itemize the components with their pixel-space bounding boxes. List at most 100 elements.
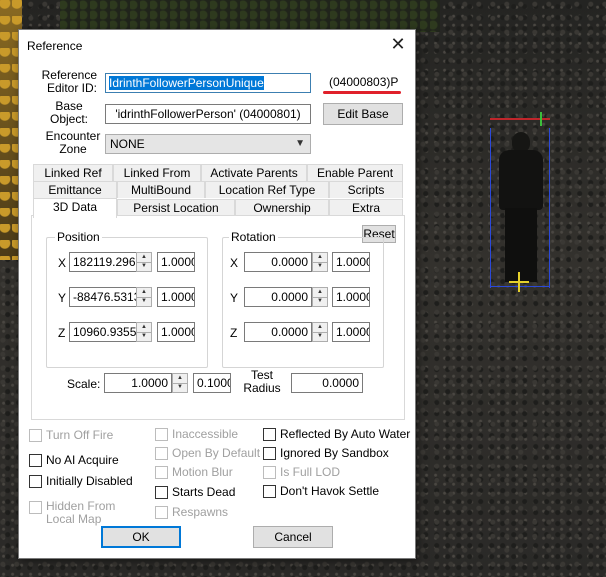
initially-disabled-checkbox[interactable]: Initially Disabled [29,474,149,489]
npc-torso [499,150,543,210]
tab-activate-parents[interactable]: Activate Parents [201,164,307,181]
hidden-from-local-map-checkbox[interactable]: Hidden From Local Map [29,500,149,529]
rotation-x-label: X [230,256,239,270]
scale-step-input[interactable]: 0.1000 [193,373,231,393]
checkbox-box[interactable] [155,447,168,460]
rotation-x-input[interactable]: 0.0000 [244,252,312,272]
motion-blur-checkbox[interactable]: Motion Blur [155,465,265,480]
title-bar[interactable]: Reference ✕ [19,30,415,60]
tab-extra[interactable]: Extra [329,199,403,216]
reference-editor-id-input[interactable]: IdrinthFollowerPersonUnique [105,73,311,93]
dialog-title: Reference [27,39,83,53]
position-y-input[interactable]: -88476.5313 [69,287,137,307]
rotation-y-scale-input[interactable]: 1.0000 [332,287,370,307]
reference-dialog: Reference ✕ Reference Editor ID: Idrinth… [18,29,416,559]
tab-multibound[interactable]: MultiBound [117,181,205,198]
form-id-text: (04000803)P [329,75,399,89]
scale-value: 1.0000 [131,376,168,390]
scale-spinner[interactable]: ▲ ▼ [172,373,188,393]
ignored-by-sandbox-checkbox[interactable]: Ignored By Sandbox [263,446,409,461]
rotation-z-spinner[interactable]: ▲ ▼ [312,322,328,342]
checkbox-box[interactable] [29,454,42,467]
spin-down-icon[interactable]: ▼ [313,262,327,271]
base-object-label: Base Object: [49,99,88,126]
inaccessible-label: Inaccessible [172,427,239,441]
checkbox-box[interactable] [155,486,168,499]
rotation-x-scale-input[interactable]: 1.0000 [332,252,370,272]
position-z-spinner[interactable]: ▲ ▼ [136,322,152,342]
spin-down-icon[interactable]: ▼ [173,383,187,392]
starts-dead-checkbox[interactable]: Starts Dead [155,485,265,500]
position-group-title: Position [55,230,102,244]
selection-bounds-left [490,128,491,288]
encounter-zone-select[interactable]: NONE ▼ [105,134,311,154]
position-x-scale-input[interactable]: 1.0000 [157,252,195,272]
close-icon[interactable]: ✕ [387,34,409,56]
respawns-checkbox[interactable]: Respawns [155,505,265,520]
checkbox-box[interactable] [155,466,168,479]
rotation-z-input[interactable]: 0.0000 [244,322,312,342]
spin-down-icon[interactable]: ▼ [313,332,327,341]
test-radius-input[interactable]: 0.0000 [291,373,363,393]
inaccessible-checkbox[interactable]: Inaccessible [155,427,265,442]
tab-location-ref-type[interactable]: Location Ref Type [205,181,329,198]
position-z-value: 10960.9355 [73,325,137,339]
selected-npc[interactable] [493,128,549,286]
tab-enable-parent[interactable]: Enable Parent [307,164,403,181]
dont-havok-settle-checkbox[interactable]: Don't Havok Settle [263,484,409,499]
position-y-scale-input[interactable]: 1.0000 [157,287,195,307]
scale-input[interactable]: 1.0000 [104,373,172,393]
checkbox-box[interactable] [263,485,276,498]
no-ai-acquire-checkbox[interactable]: No AI Acquire [29,453,149,468]
tab-emittance[interactable]: Emittance [33,181,117,198]
checkbox-box[interactable] [29,501,42,514]
respawns-label: Respawns [172,505,229,519]
turn-off-fire-label: Turn Off Fire [46,428,114,442]
checkbox-box[interactable] [155,428,168,441]
position-z-input[interactable]: 10960.9355 [69,322,137,342]
tab-linked-from[interactable]: Linked From [113,164,201,181]
base-object-field[interactable]: 'idrinthFollowerPerson' (04000801) [105,104,311,124]
is-full-lod-checkbox[interactable]: Is Full LOD [263,465,409,480]
checkbox-box[interactable] [263,466,276,479]
spin-down-icon[interactable]: ▼ [137,332,151,341]
ok-button[interactable]: OK [101,526,181,548]
starts-dead-label: Starts Dead [172,485,236,499]
spin-down-icon[interactable]: ▼ [137,262,151,271]
checkbox-box[interactable] [155,506,168,519]
tab-ownership[interactable]: Ownership [235,199,329,216]
position-x-spinner[interactable]: ▲ ▼ [136,252,152,272]
edit-base-button[interactable]: Edit Base [323,103,403,125]
rotation-z-scale-value: 1.0000 [336,325,370,339]
reflected-by-auto-water-checkbox[interactable]: Reflected By Auto Water [263,427,411,442]
dont-havok-settle-label: Don't Havok Settle [280,484,380,498]
tab-scripts[interactable]: Scripts [329,181,403,198]
open-by-default-checkbox[interactable]: Open By Default [155,446,265,461]
turn-off-fire-checkbox[interactable]: Turn Off Fire [29,428,149,443]
cancel-button[interactable]: Cancel [253,526,333,548]
reflected-by-auto-water-label: Reflected By Auto Water [280,427,411,441]
position-x-input[interactable]: 182119.2969 [69,252,137,272]
spin-down-icon[interactable]: ▼ [137,297,151,306]
rotation-y-input[interactable]: 0.0000 [244,287,312,307]
position-y-spinner[interactable]: ▲ ▼ [136,287,152,307]
checkbox-box[interactable] [263,447,276,460]
checkbox-box[interactable] [29,429,42,442]
tab-linked-ref[interactable]: Linked Ref [33,164,113,181]
rotation-x-scale-value: 1.0000 [336,255,370,269]
rotation-x-spinner[interactable]: ▲ ▼ [312,252,328,272]
spin-down-icon[interactable]: ▼ [313,297,327,306]
checkbox-box[interactable] [263,428,276,441]
scale-step-value: 0.1000 [197,376,231,390]
rotation-y-spinner[interactable]: ▲ ▼ [312,287,328,307]
encounter-zone-value: NONE [110,137,145,151]
scale-label: Scale: [67,377,101,391]
checkbox-box[interactable] [29,475,42,488]
selection-bounds-right [549,128,550,288]
tab-3d-data[interactable]: 3D Data [33,198,117,218]
rotation-z-scale-input[interactable]: 1.0000 [332,322,370,342]
position-z-scale-input[interactable]: 1.0000 [157,322,195,342]
tab-persist-location[interactable]: Persist Location [117,199,235,216]
rotation-y-value: 0.0000 [271,290,308,304]
test-radius-value: 0.0000 [322,376,359,390]
